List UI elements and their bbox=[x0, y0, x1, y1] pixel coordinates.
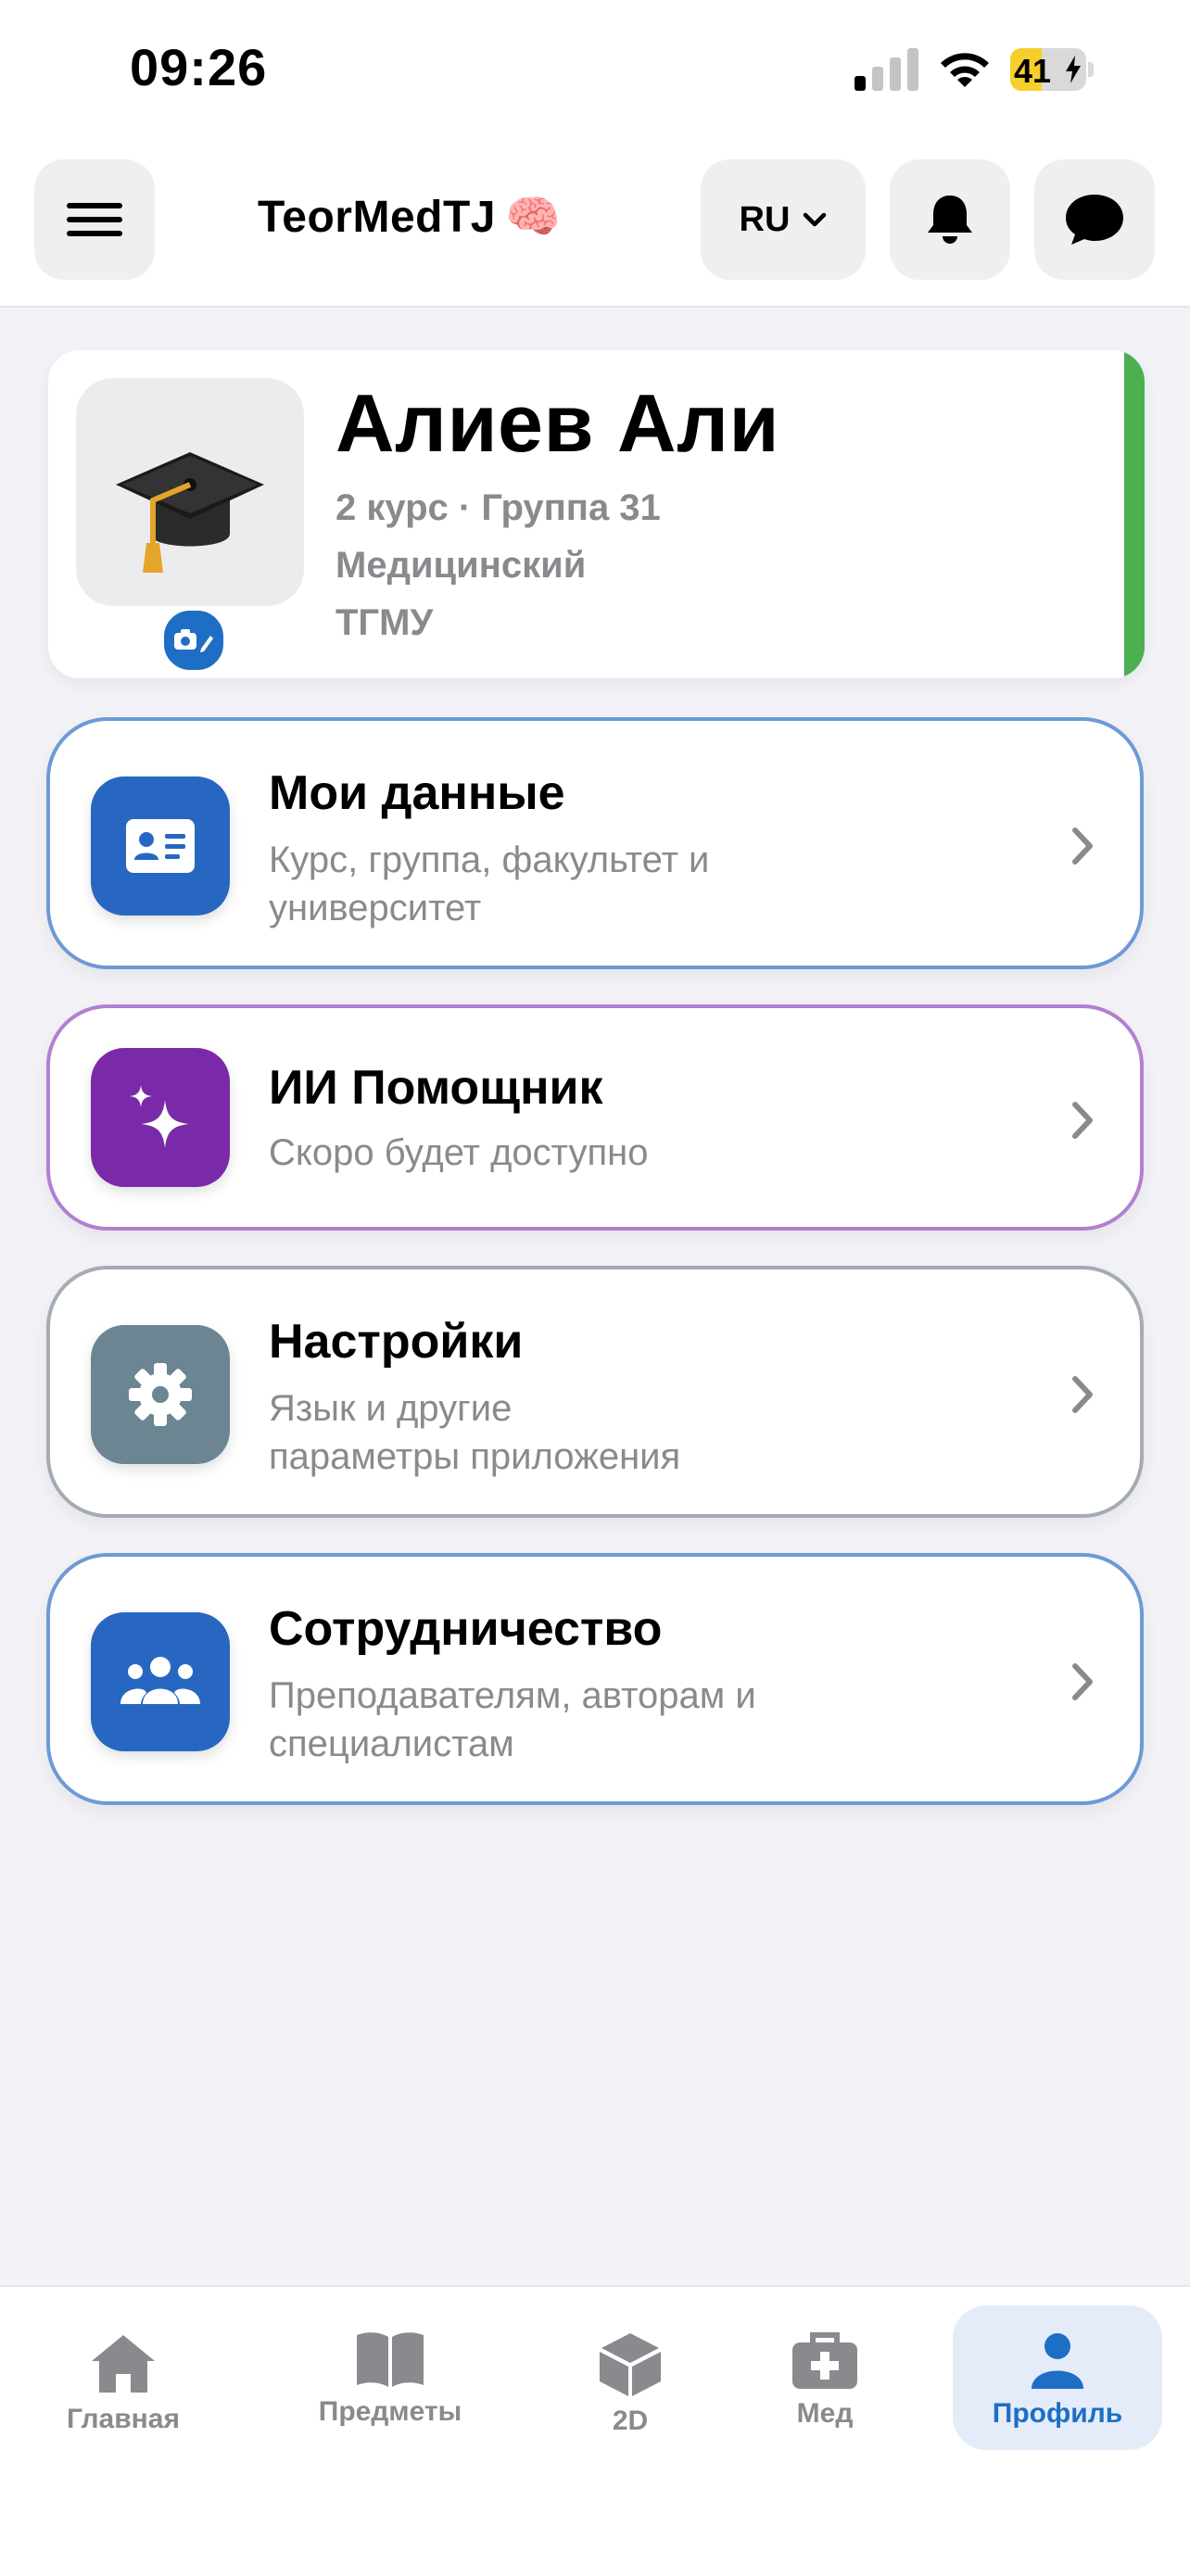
my-data-card[interactable]: Мои данные Курс, группа, факультет и унив… bbox=[46, 717, 1144, 969]
cooperation-title: Сотрудничество bbox=[269, 1602, 663, 1656]
settings-title: Настройки bbox=[269, 1315, 524, 1369]
app-title: TeorMedTJ 🧠 bbox=[258, 190, 561, 243]
chevron-right-icon bbox=[1072, 827, 1093, 865]
cooperation-subtitle: Преподавателям, авторам и специалистам bbox=[269, 1675, 756, 1764]
chevron-right-icon bbox=[1072, 1102, 1093, 1139]
tab-bar: Главная Предметы 2D Мед Профиль bbox=[0, 2285, 1190, 2576]
home-icon bbox=[92, 2335, 155, 2393]
graduation-cap-icon bbox=[116, 452, 264, 573]
cooperation-card[interactable]: Сотрудничество Преподавателям, авторам и… bbox=[46, 1553, 1144, 1805]
tab-subjects-label: Предметы bbox=[318, 2396, 462, 2427]
avatar[interactable] bbox=[76, 378, 304, 606]
sparkles-icon bbox=[130, 1085, 189, 1148]
top-bar: 09:26 41 TeorMedTJ 🧠 RU bbox=[0, 0, 1190, 308]
tab-med[interactable]: Мед bbox=[769, 2305, 880, 2450]
profile-card[interactable]: Алиев Али 2 курс · Группа 31 Медицинский… bbox=[48, 350, 1145, 678]
language-label: RU bbox=[739, 199, 791, 239]
battery-percent: 41 bbox=[1014, 52, 1052, 90]
profile-course-group: 2 курс · Группа 31 bbox=[335, 487, 661, 528]
people-icon bbox=[120, 1657, 200, 1704]
tab-2d[interactable]: 2D bbox=[575, 2305, 686, 2450]
tab-home[interactable]: Главная bbox=[37, 2305, 209, 2450]
ai-assistant-subtitle: Скоро будет доступно bbox=[269, 1132, 649, 1173]
tab-profile[interactable]: Профиль bbox=[953, 2305, 1162, 2450]
profile-faculty: Медицинский bbox=[335, 545, 587, 586]
brain-icon: 🧠 bbox=[504, 193, 562, 242]
cellular-signal-icon bbox=[855, 48, 918, 91]
chevron-right-icon bbox=[1072, 1376, 1093, 1413]
ai-assistant-card[interactable]: ИИ Помощник Скоро будет доступно bbox=[46, 1004, 1144, 1231]
profile-name: Алиев Али bbox=[335, 377, 780, 469]
messages-button[interactable] bbox=[1034, 159, 1155, 280]
menu-button[interactable] bbox=[34, 159, 155, 280]
ai-assistant-title: ИИ Помощник bbox=[269, 1061, 603, 1115]
chevron-right-icon bbox=[1072, 1663, 1093, 1700]
settings-subtitle: Язык и другие параметры приложения bbox=[269, 1388, 681, 1477]
edit-photo-button[interactable] bbox=[160, 607, 227, 674]
bell-icon bbox=[928, 196, 972, 244]
gear-icon bbox=[129, 1363, 192, 1426]
notifications-button[interactable] bbox=[890, 159, 1010, 280]
settings-card[interactable]: Настройки Язык и другие параметры приложе… bbox=[46, 1266, 1144, 1518]
my-data-title: Мои данные bbox=[269, 766, 565, 820]
profile-university: ТГМУ bbox=[335, 602, 434, 643]
tab-profile-label: Профиль bbox=[992, 2398, 1123, 2429]
profile-accent-stripe bbox=[1124, 350, 1145, 678]
tab-home-label: Главная bbox=[66, 2404, 180, 2434]
cube-icon bbox=[600, 2333, 661, 2396]
chat-bubble-icon bbox=[1066, 195, 1123, 245]
id-card-icon bbox=[126, 819, 195, 873]
chevron-down-icon bbox=[804, 212, 827, 227]
book-icon bbox=[357, 2332, 424, 2387]
wifi-icon bbox=[941, 53, 989, 87]
hamburger-icon bbox=[67, 203, 122, 236]
language-selector[interactable]: RU bbox=[701, 159, 866, 280]
tab-med-label: Мед bbox=[796, 2398, 854, 2429]
settings-icon-tile bbox=[91, 1325, 230, 1464]
tab-2d-label: 2D bbox=[612, 2406, 649, 2436]
tab-subjects[interactable]: Предметы bbox=[293, 2305, 487, 2450]
cooperation-icon-tile bbox=[91, 1612, 230, 1751]
status-time: 09:26 bbox=[130, 38, 268, 96]
ai-assistant-icon-tile bbox=[91, 1048, 230, 1187]
medkit-icon bbox=[792, 2332, 857, 2389]
battery-indicator: 41 bbox=[1010, 48, 1095, 91]
person-icon bbox=[1032, 2333, 1083, 2389]
app-title-text: TeorMedTJ bbox=[258, 193, 496, 242]
my-data-subtitle: Курс, группа, факультет и университет bbox=[269, 840, 710, 928]
charging-bolt-icon bbox=[1066, 56, 1081, 83]
camera-edit-icon bbox=[174, 629, 213, 652]
my-data-icon-tile bbox=[91, 777, 230, 915]
